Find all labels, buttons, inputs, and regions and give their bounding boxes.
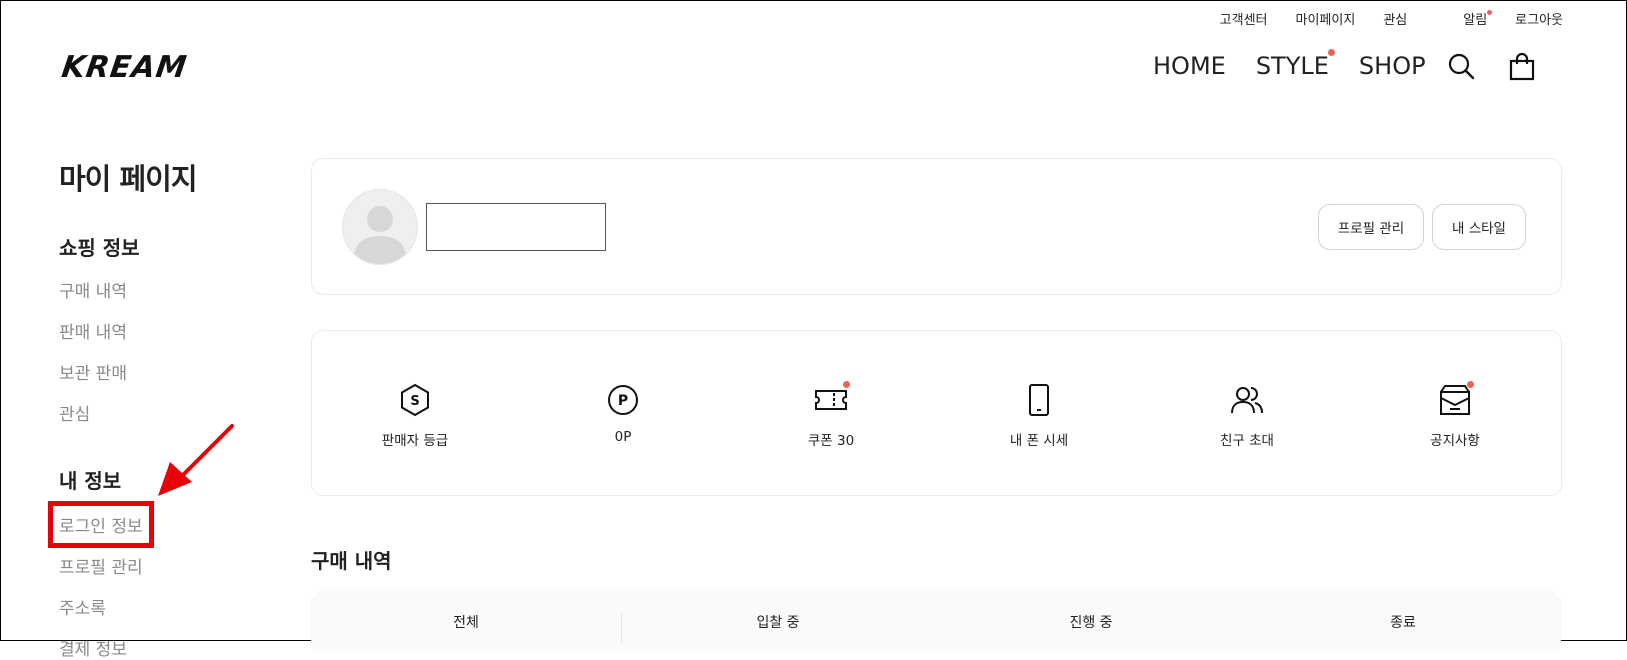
tab-completed[interactable]: 종료 [1248, 612, 1558, 632]
profile-manage-button[interactable]: 프로필 관리 [1318, 204, 1424, 250]
shortcut-phone-price[interactable]: 내 폰 시세 [959, 383, 1119, 449]
main-nav: HOME STYLE SHOP [1153, 49, 1456, 80]
shortcut-invite-friends[interactable]: 친구 초대 [1167, 383, 1327, 449]
points-icon: P [606, 383, 640, 417]
shortcut-notice[interactable]: 공지사항 [1375, 381, 1535, 449]
sidebar-item-storage-sales[interactable]: 보관 판매 [59, 359, 259, 384]
sidebar-item-purchases[interactable]: 구매 내역 [59, 277, 259, 302]
sidebar-item-sales[interactable]: 판매 내역 [59, 318, 259, 343]
nav-style[interactable]: STYLE [1255, 49, 1335, 80]
annotation-arrow-icon [158, 424, 234, 496]
svg-text:S: S [410, 394, 419, 409]
shortcut-label: 쿠폰 30 [807, 433, 855, 449]
util-interest[interactable]: 관심 [1383, 9, 1407, 28]
my-style-button[interactable]: 내 스타일 [1432, 204, 1526, 250]
shortcut-points[interactable]: P 0P [543, 383, 703, 445]
coupon-new-dot [843, 381, 850, 388]
svg-text:P: P [618, 393, 628, 409]
shortcut-label: 0P [614, 429, 632, 445]
nav-style-label: STYLE [1255, 52, 1329, 80]
util-customer-center[interactable]: 고객센터 [1220, 9, 1268, 28]
util-notifications-label: 알림 [1463, 13, 1488, 28]
shortcut-label: 내 폰 시세 [1009, 433, 1069, 449]
tab-all[interactable]: 전체 [311, 612, 621, 632]
shopping-bag-icon[interactable] [1507, 52, 1537, 82]
shortcut-card: S 판매자 등급 P 0P 쿠폰 30 내 폰 시세 친구 초대 공지사항 [311, 330, 1562, 496]
purchase-history-title: 구매 내역 [311, 549, 392, 573]
phone-icon [1022, 383, 1056, 417]
sidebar-item-address-book[interactable]: 주소록 [59, 594, 259, 619]
notification-dot [1487, 10, 1493, 15]
util-logout[interactable]: 로그아웃 [1515, 9, 1563, 28]
shortcut-label: 공지사항 [1430, 433, 1480, 449]
avatar[interactable] [342, 189, 418, 265]
search-icon[interactable] [1446, 52, 1476, 82]
tab-bidding[interactable]: 입찰 중 [623, 612, 933, 632]
shortcut-seller-grade[interactable]: S 판매자 등급 [335, 383, 495, 449]
friends-icon [1230, 383, 1264, 417]
nav-shop[interactable]: SHOP [1359, 52, 1426, 80]
sidebar: 마이 페이지 쇼핑 정보 구매 내역 판매 내역 보관 판매 관심 내 정보 로… [48, 156, 259, 660]
tab-in-progress[interactable]: 진행 중 [936, 612, 1246, 632]
util-mypage[interactable]: 마이페이지 [1296, 9, 1356, 28]
profile-name-box [426, 203, 606, 251]
sidebar-heading-shopping: 쇼핑 정보 [59, 236, 140, 260]
style-new-dot [1327, 49, 1335, 56]
sidebar-item-payment[interactable]: 결제 정보 [59, 635, 259, 660]
purchase-tabs: 전체 입찰 중 진행 중 종료 [311, 591, 1561, 651]
util-notifications[interactable]: 알림 [1435, 9, 1493, 28]
sidebar-item-login-info[interactable]: 로그인 정보 [48, 501, 154, 548]
tab-divider [621, 613, 622, 643]
utility-nav: 고객센터 마이페이지 관심 알림 로그아웃 [1192, 9, 1563, 28]
page-title: 마이 페이지 [59, 162, 198, 196]
notice-new-dot [1467, 381, 1474, 388]
shortcut-coupon[interactable]: 쿠폰 30 [751, 381, 911, 449]
kream-logo[interactable]: KREAM [60, 50, 190, 85]
coupon-icon [814, 381, 850, 417]
nav-home[interactable]: HOME [1153, 52, 1226, 80]
shortcut-label: 친구 초대 [1220, 433, 1274, 449]
seller-grade-icon: S [398, 383, 432, 417]
notice-icon [1438, 381, 1474, 417]
sidebar-item-profile[interactable]: 프로필 관리 [59, 553, 259, 578]
shortcut-label: 판매자 등급 [381, 433, 449, 449]
profile-card: 프로필 관리 내 스타일 [311, 158, 1562, 295]
